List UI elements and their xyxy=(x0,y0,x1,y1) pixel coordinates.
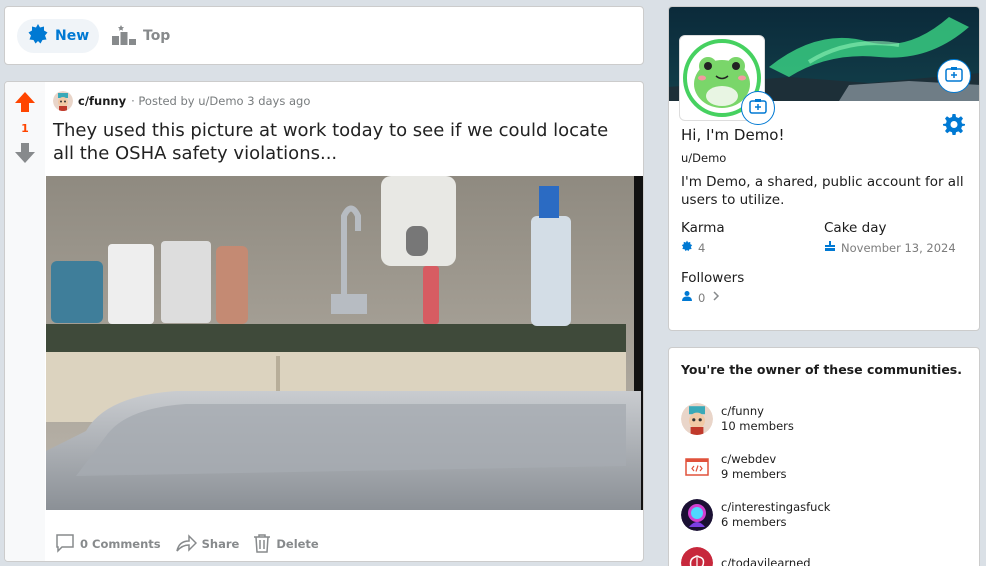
post-meta: c/funny · Posted by u/Demo 3 days ago xyxy=(53,91,311,111)
brain-icon xyxy=(681,547,713,566)
post-community-link[interactable]: c/funny xyxy=(78,94,126,108)
post-card: 1 c/funny · Posted by u/Demo 3 days ago … xyxy=(4,81,644,562)
edit-banner-button[interactable] xyxy=(937,59,971,93)
add-image-icon xyxy=(749,98,767,118)
sort-new-button[interactable]: New xyxy=(17,19,100,53)
followers-number: 0 xyxy=(698,290,706,305)
downvote-icon[interactable] xyxy=(14,142,36,168)
post-actions: 0 Comments Share Delete xyxy=(53,532,321,556)
followers-value[interactable]: 0 xyxy=(681,290,722,305)
community-name: c/funny xyxy=(721,404,764,418)
sort-bar: New Top xyxy=(4,6,644,65)
karma-number: 4 xyxy=(698,240,706,255)
code-window-icon xyxy=(681,451,713,483)
chevron-right-icon xyxy=(710,290,722,305)
community-item[interactable]: c/interestingasfuck 6 members xyxy=(681,498,830,532)
delete-label: Delete xyxy=(276,537,319,551)
cakeday-date: November 13, 2024 xyxy=(841,240,956,255)
post-byline: · Posted by u/Demo 3 days ago xyxy=(131,94,311,108)
cakeday-value: November 13, 2024 xyxy=(824,240,956,255)
gear-icon[interactable] xyxy=(943,113,965,139)
profile-greeting: Hi, I'm Demo! xyxy=(681,126,785,144)
vote-column: 1 xyxy=(5,82,45,561)
community-item[interactable]: c/webdev 9 members xyxy=(681,450,787,484)
karma-label: Karma xyxy=(681,220,725,236)
share-button[interactable]: Share xyxy=(173,533,242,556)
share-icon xyxy=(175,533,197,556)
owned-communities-card: You're the owner of these communities. c… xyxy=(668,347,980,566)
community-members: 10 members xyxy=(721,419,794,433)
post-image[interactable] xyxy=(46,176,643,510)
community-icon-funny xyxy=(681,403,713,435)
comments-button[interactable]: 0 Comments xyxy=(53,533,163,556)
community-name: c/todayilearned xyxy=(721,555,811,566)
trash-icon xyxy=(253,533,271,556)
share-label: Share xyxy=(201,537,240,551)
comment-icon xyxy=(55,533,75,556)
cakeday-label: Cake day xyxy=(824,220,887,236)
comments-label: 0 Comments xyxy=(80,537,161,551)
sort-top-button[interactable]: Top xyxy=(101,19,180,53)
add-image-icon xyxy=(945,66,963,86)
karma-value: 4 xyxy=(681,240,705,255)
podium-icon xyxy=(111,22,137,50)
community-members: 9 members xyxy=(721,467,787,481)
community-item[interactable]: c/todayilearned xyxy=(681,546,811,566)
followers-label: Followers xyxy=(681,270,745,286)
edit-avatar-button[interactable] xyxy=(741,91,775,125)
profile-username: u/Demo xyxy=(681,151,727,165)
community-name: c/webdev xyxy=(721,452,777,466)
sort-new-label: New xyxy=(55,28,90,44)
post-title[interactable]: They used this picture at work today to … xyxy=(53,119,633,165)
vote-count: 1 xyxy=(21,122,29,135)
community-members: 6 members xyxy=(721,515,787,529)
communities-title: You're the owner of these communities. xyxy=(681,362,962,377)
community-item[interactable]: c/funny 10 members xyxy=(681,402,794,436)
person-icon xyxy=(681,290,693,305)
sort-top-label: Top xyxy=(143,28,171,44)
community-icon-interestingasfuck xyxy=(681,499,713,531)
upvote-icon[interactable] xyxy=(14,91,36,117)
profile-bio: I'm Demo, a shared, public account for a… xyxy=(681,174,964,208)
community-avatar[interactable] xyxy=(53,91,73,111)
cake-icon xyxy=(824,240,836,255)
profile-card: Hi, I'm Demo! u/Demo I'm Demo, a shared,… xyxy=(668,6,980,331)
burst-icon xyxy=(27,23,49,49)
karma-icon xyxy=(681,240,693,255)
delete-button[interactable]: Delete xyxy=(251,533,320,556)
community-name: c/interestingasfuck xyxy=(721,500,831,514)
